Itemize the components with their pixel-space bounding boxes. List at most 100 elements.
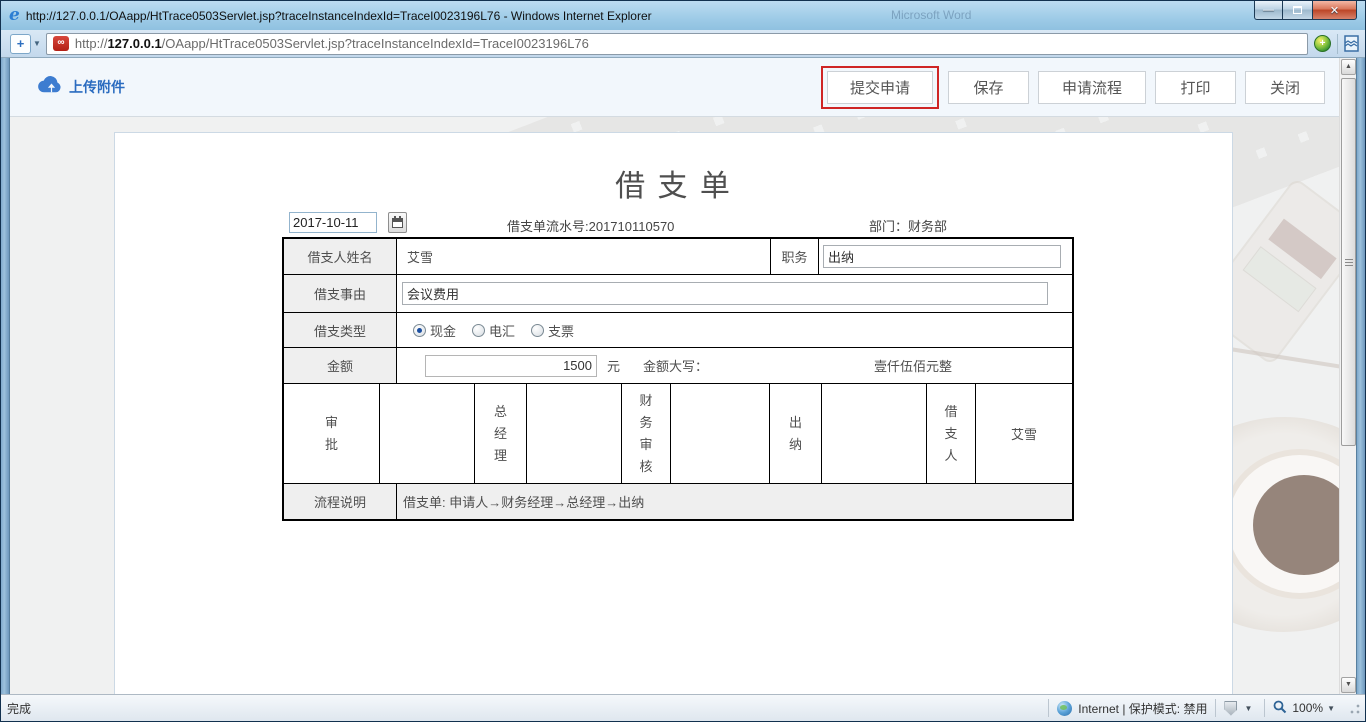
close-window-button[interactable]: ✕ <box>1312 1 1357 20</box>
department-text: 部门：财务部 <box>869 216 947 235</box>
loan-form-table: 借支人姓名 艾雪 职务 借支事由 <box>282 237 1074 521</box>
radio-cheque[interactable] <box>531 324 544 337</box>
chevron-down-icon[interactable]: ▼ <box>1327 704 1335 713</box>
radio-wire-transfer-label: 电汇 <box>489 321 515 340</box>
approval-label: 审批 <box>323 412 340 456</box>
scrollbar-thumb[interactable] <box>1341 78 1356 446</box>
calendar-button[interactable] <box>388 212 407 233</box>
address-input[interactable]: ∞ http://127.0.0.1/OAapp/HtTrace0503Serv… <box>46 33 1308 55</box>
application-flow-button[interactable]: 申请流程 <box>1038 71 1146 104</box>
amount-caps-value: 壹仟伍佰元整 <box>874 356 952 375</box>
divider <box>1264 699 1265 717</box>
cloud-upload-icon <box>36 75 63 99</box>
borrower-sign-cell: 艾雪 <box>975 384 1072 483</box>
address-bar: + ▼ ∞ http://127.0.0.1/OAapp/HtTrace0503… <box>1 30 1365 58</box>
minimize-button[interactable]: — <box>1254 1 1283 20</box>
chevron-down-icon[interactable]: ▼ <box>33 39 41 48</box>
finance-audit-label-cell: 财务审核 <box>621 384 670 483</box>
table-row: 借支类型 现金 电汇 支票 <box>284 312 1072 347</box>
status-right-group: Internet | 保护模式: 禁用 ▼ 100% ▼ <box>1040 699 1361 717</box>
upload-attachment-link[interactable]: 上传附件 <box>36 75 125 99</box>
loan-type-label: 借支类型 <box>284 313 396 347</box>
resize-grip[interactable] <box>1347 701 1361 715</box>
table-row: 借支事由 <box>284 274 1072 312</box>
amount-input[interactable] <box>425 355 597 377</box>
cashier-sign-cell <box>821 384 926 483</box>
flow-description-label: 流程说明 <box>284 484 396 519</box>
form-header-row: 借支单流水号:201710110570 部门：财务部 <box>115 212 1232 236</box>
window-frame-right <box>1356 58 1365 694</box>
zoom-level-text[interactable]: 100% <box>1292 701 1323 715</box>
loan-form-container: 借 支 单 借支单流水号:201710110570 部门：财务部 借支人姓名 艾… <box>114 132 1233 694</box>
minimize-icon: — <box>1263 4 1274 16</box>
reason-input[interactable] <box>402 282 1048 305</box>
close-icon: ✕ <box>1330 4 1339 17</box>
print-button[interactable]: 打印 <box>1155 71 1236 104</box>
chevron-down-icon[interactable]: ▼ <box>1244 704 1252 713</box>
position-label: 职务 <box>770 239 818 274</box>
divider <box>1048 699 1049 717</box>
flow-description-value: 借支单: 申请人→财务经理→总经理→出纳 <box>396 484 1072 519</box>
approval-label-cell: 审批 <box>284 384 379 483</box>
form-page: 借 支 单 借支单流水号:201710110570 部门：财务部 借支人姓名 艾… <box>10 117 1339 694</box>
position-input[interactable] <box>823 245 1061 268</box>
window-title: http://127.0.0.1/OAapp/HtTrace0503Servle… <box>26 9 652 23</box>
cashier-label-cell: 出纳 <box>769 384 821 483</box>
green-plugin-icon[interactable]: + <box>1314 35 1331 52</box>
serial-number-text: 借支单流水号:201710110570 <box>507 216 674 235</box>
general-manager-label-cell: 总经理 <box>474 384 526 483</box>
form-title: 借 支 单 <box>115 161 1232 205</box>
new-tab-button[interactable]: + <box>10 34 31 54</box>
address-bar-actions: + <box>1314 34 1359 54</box>
borrower-label-cell: 借支人 <box>926 384 975 483</box>
cashier-label: 出纳 <box>787 412 804 456</box>
status-bar: 完成 Internet | 保护模式: 禁用 ▼ 100% ▼ <box>1 694 1365 721</box>
table-row: 借支人姓名 艾雪 职务 <box>284 239 1072 274</box>
loan-type-options: 现金 电汇 支票 <box>413 321 590 340</box>
scroll-down-button[interactable]: ▼ <box>1341 677 1356 693</box>
approval-sign-cell <box>379 384 474 483</box>
radio-wire-transfer[interactable] <box>472 324 485 337</box>
form-toolbar: 上传附件 提交申请 保存 申请流程 打印 关闭 <box>10 58 1339 117</box>
maximize-icon <box>1293 6 1302 14</box>
general-manager-label: 总经理 <box>492 401 509 467</box>
ie-icon: e <box>9 7 20 24</box>
borrower-name-value: 艾雪 <box>396 239 770 274</box>
upload-attachment-label: 上传附件 <box>69 77 125 97</box>
finance-audit-label: 财务审核 <box>638 390 655 478</box>
position-cell <box>818 239 1072 274</box>
calendar-icon <box>392 218 403 228</box>
scroll-up-button[interactable]: ▲ <box>1341 59 1356 75</box>
date-input[interactable] <box>289 212 377 233</box>
reason-cell <box>396 275 1072 312</box>
reason-label: 借支事由 <box>284 275 396 312</box>
close-page-button[interactable]: 关闭 <box>1245 71 1325 104</box>
borrower-label: 借支人 <box>943 401 960 467</box>
window-frame-left <box>1 58 10 694</box>
toolbar-buttons: 提交申请 保存 申请流程 打印 关闭 <box>821 66 1325 109</box>
zone-text: Internet | 保护模式: 禁用 <box>1078 700 1207 717</box>
finance-audit-sign-cell <box>670 384 769 483</box>
save-button[interactable]: 保存 <box>948 71 1029 104</box>
page-scrollbar[interactable]: ▲ ▼ <box>1339 58 1356 694</box>
page-content: 上传附件 提交申请 保存 申请流程 打印 关闭 <box>10 58 1339 694</box>
internet-zone-icon <box>1057 701 1072 716</box>
status-text: 完成 <box>7 700 31 717</box>
browser-window: e http://127.0.0.1/OAapp/HtTrace0503Serv… <box>0 0 1366 722</box>
flow-description-row: 流程说明 借支单: 申请人→财务经理→总经理→出纳 <box>284 483 1072 519</box>
radio-cheque-label: 支票 <box>548 321 574 340</box>
maximize-button[interactable] <box>1283 1 1312 20</box>
general-manager-sign-cell <box>526 384 621 483</box>
site-favicon: ∞ <box>53 36 69 51</box>
security-report-icon[interactable] <box>1224 701 1237 716</box>
zoom-icon[interactable] <box>1273 700 1287 717</box>
amount-unit: 元 <box>607 356 620 375</box>
approval-row: 审批 总经理 财务审核 出纳 借支人 艾雪 <box>284 383 1072 483</box>
compatibility-view-icon[interactable] <box>1344 35 1359 52</box>
submit-application-button[interactable]: 提交申请 <box>827 71 933 104</box>
radio-cash[interactable] <box>413 324 426 337</box>
loan-type-cell: 现金 电汇 支票 <box>396 313 1072 347</box>
borrower-sign-value: 艾雪 <box>1011 424 1037 443</box>
window-controls: — ✕ <box>1254 1 1357 20</box>
borrower-name-label: 借支人姓名 <box>284 239 396 274</box>
